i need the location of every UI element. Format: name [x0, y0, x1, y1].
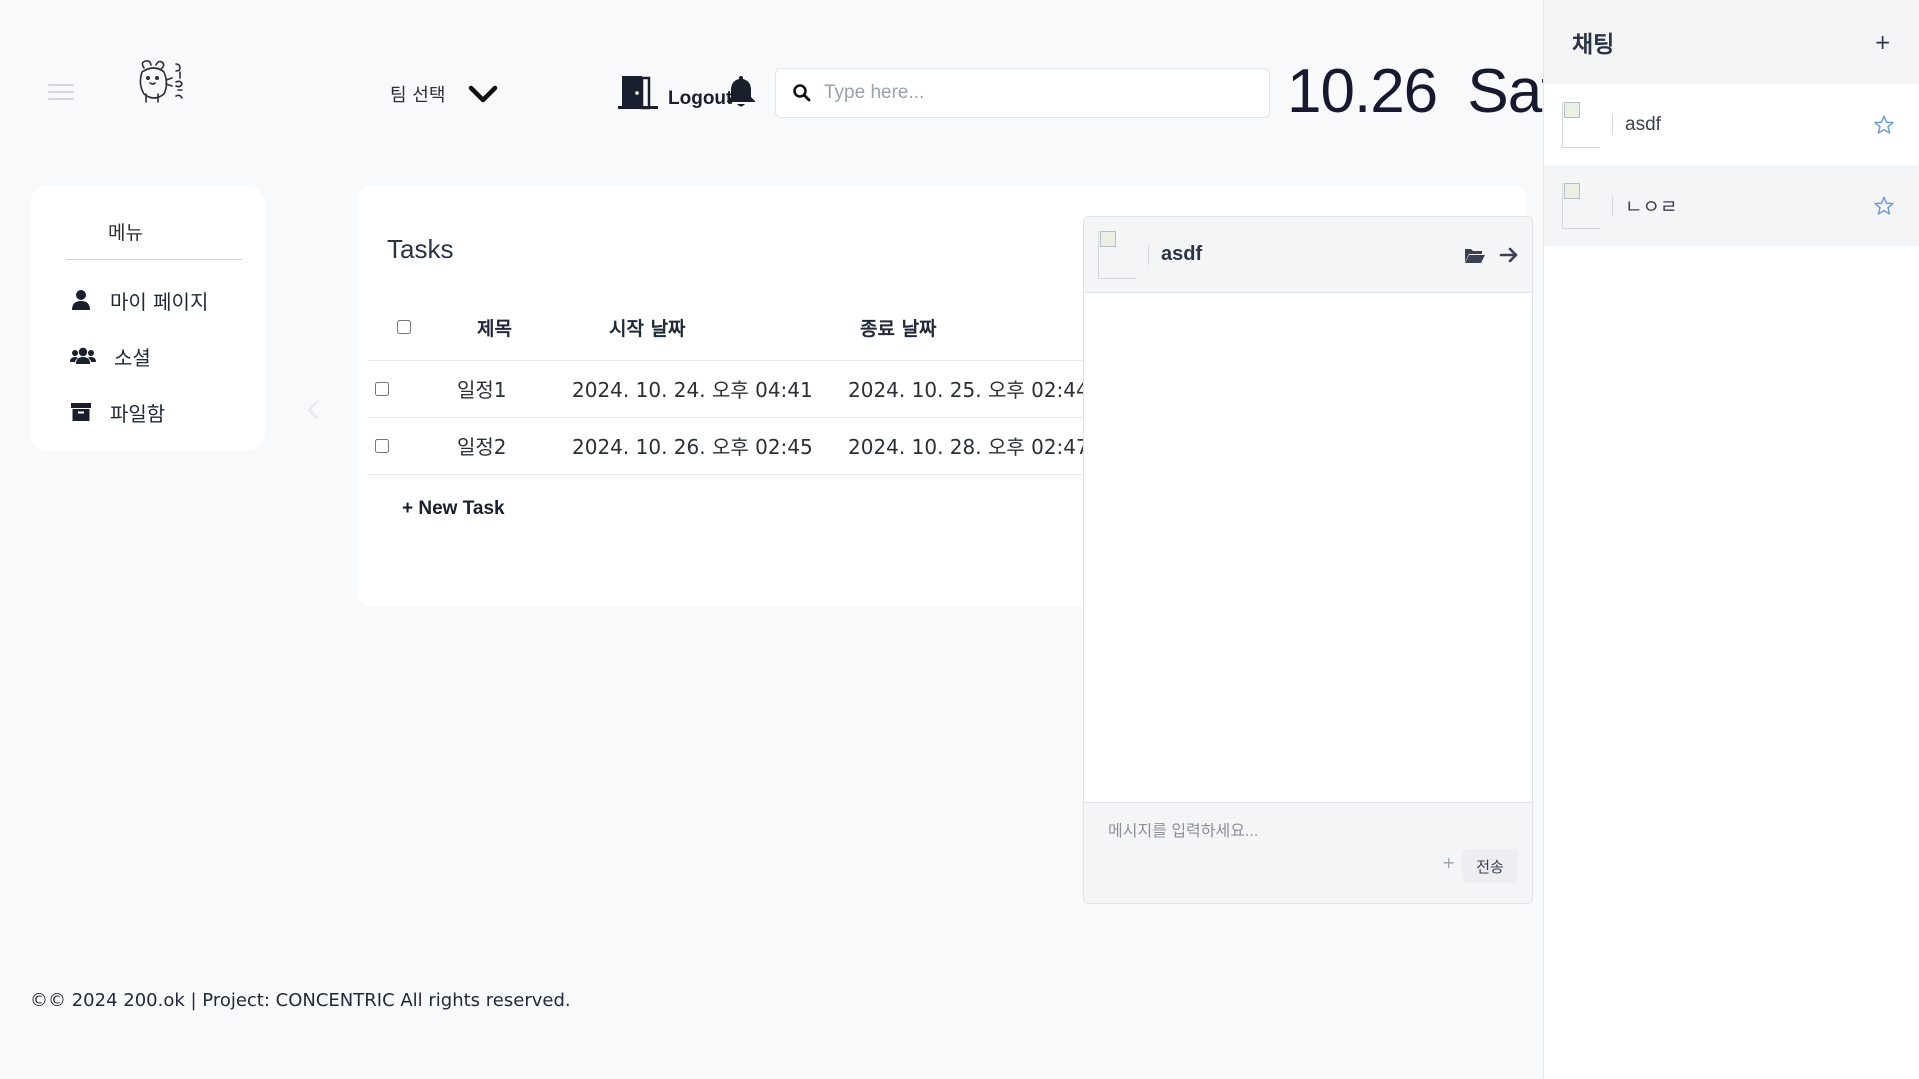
team-select-dropdown[interactable]: 팀 선택	[390, 76, 501, 112]
chat-input-area: + 전송	[1084, 802, 1532, 903]
row-checkbox[interactable]	[375, 438, 389, 453]
chat-room-name: asdf	[1625, 113, 1661, 135]
sidebar-item-label: 마이 페이지	[110, 289, 209, 314]
avatar	[1562, 182, 1600, 229]
chevron-down-icon	[469, 85, 498, 103]
sidebar-item-social[interactable]: 소셜	[70, 328, 245, 384]
task-title-cell: 일정2	[457, 417, 572, 475]
team-select-label: 팀 선택	[390, 85, 446, 106]
chat-window: asdf + 전송	[1083, 216, 1533, 904]
avatar-divider	[1148, 244, 1149, 265]
chat-list-panel: 채팅 + asdf ㄴㅇㄹ	[1543, 0, 1919, 1079]
attach-button[interactable]: +	[1442, 853, 1455, 872]
folder-open-icon[interactable]	[1464, 244, 1486, 266]
chevron-left-icon[interactable]	[302, 398, 326, 422]
send-button[interactable]: 전송	[1462, 849, 1518, 883]
star-icon[interactable]	[1873, 195, 1895, 217]
chat-room-item[interactable]: ㄴㅇㄹ	[1544, 165, 1919, 246]
search-input[interactable]	[824, 82, 1244, 104]
add-chat-button[interactable]: +	[1874, 30, 1891, 54]
sidebar-item-label: 소셜	[114, 345, 151, 370]
avatar-divider	[1612, 114, 1613, 135]
search-icon	[793, 84, 811, 102]
tasks-title: Tasks	[387, 234, 454, 264]
chat-list-header: 채팅 +	[1544, 0, 1919, 84]
new-task-button[interactable]: + New Task	[402, 498, 505, 520]
chat-window-header: asdf	[1084, 217, 1532, 293]
chat-room-name: ㄴㅇㄹ	[1625, 197, 1678, 218]
sidebar-item-label: 파일함	[110, 401, 166, 426]
search-bar	[775, 68, 1270, 118]
bell-icon[interactable]	[725, 74, 757, 108]
menu-title: 메뉴	[66, 218, 242, 260]
user-icon	[72, 290, 90, 310]
avatar	[1562, 101, 1600, 148]
chat-room-item[interactable]: asdf	[1544, 84, 1919, 165]
users-icon	[70, 347, 96, 364]
sidebar-menu: 메뉴 마이 페이지 소셜 파일함	[30, 186, 265, 451]
date-display: 10.26 Sat	[1287, 57, 1558, 126]
task-start-cell: 2024. 10. 24. 오후 04:41	[572, 360, 848, 418]
message-input[interactable]	[1108, 823, 1508, 841]
footer-text: ©© 2024 200.ok | Project: CONCENTRIC All…	[30, 990, 571, 1011]
column-header-start: 시작 날짜	[572, 296, 848, 361]
column-header-title: 제목	[457, 296, 572, 361]
hamburger-menu-icon[interactable]	[48, 84, 74, 100]
sidebar-item-files[interactable]: 파일함	[70, 384, 245, 440]
avatar-divider	[1612, 195, 1613, 216]
logout-button[interactable]: Logout	[618, 74, 732, 110]
logo	[136, 58, 192, 106]
row-checkbox[interactable]	[375, 381, 389, 396]
chat-partner-name: asdf	[1161, 243, 1203, 265]
sidebar-item-mypage[interactable]: 마이 페이지	[70, 272, 245, 328]
chat-messages-area	[1084, 293, 1532, 805]
door-open-icon	[618, 76, 658, 110]
star-icon[interactable]	[1873, 114, 1895, 136]
task-title-cell: 일정1	[457, 360, 572, 418]
avatar	[1098, 230, 1136, 279]
logout-label: Logout	[668, 88, 733, 109]
select-all-checkbox[interactable]	[397, 319, 411, 334]
chat-list-title: 채팅	[1572, 32, 1615, 58]
arrow-right-icon[interactable]	[1498, 244, 1520, 266]
archive-icon	[71, 403, 91, 421]
task-start-cell: 2024. 10. 26. 오후 02:45	[572, 417, 848, 475]
